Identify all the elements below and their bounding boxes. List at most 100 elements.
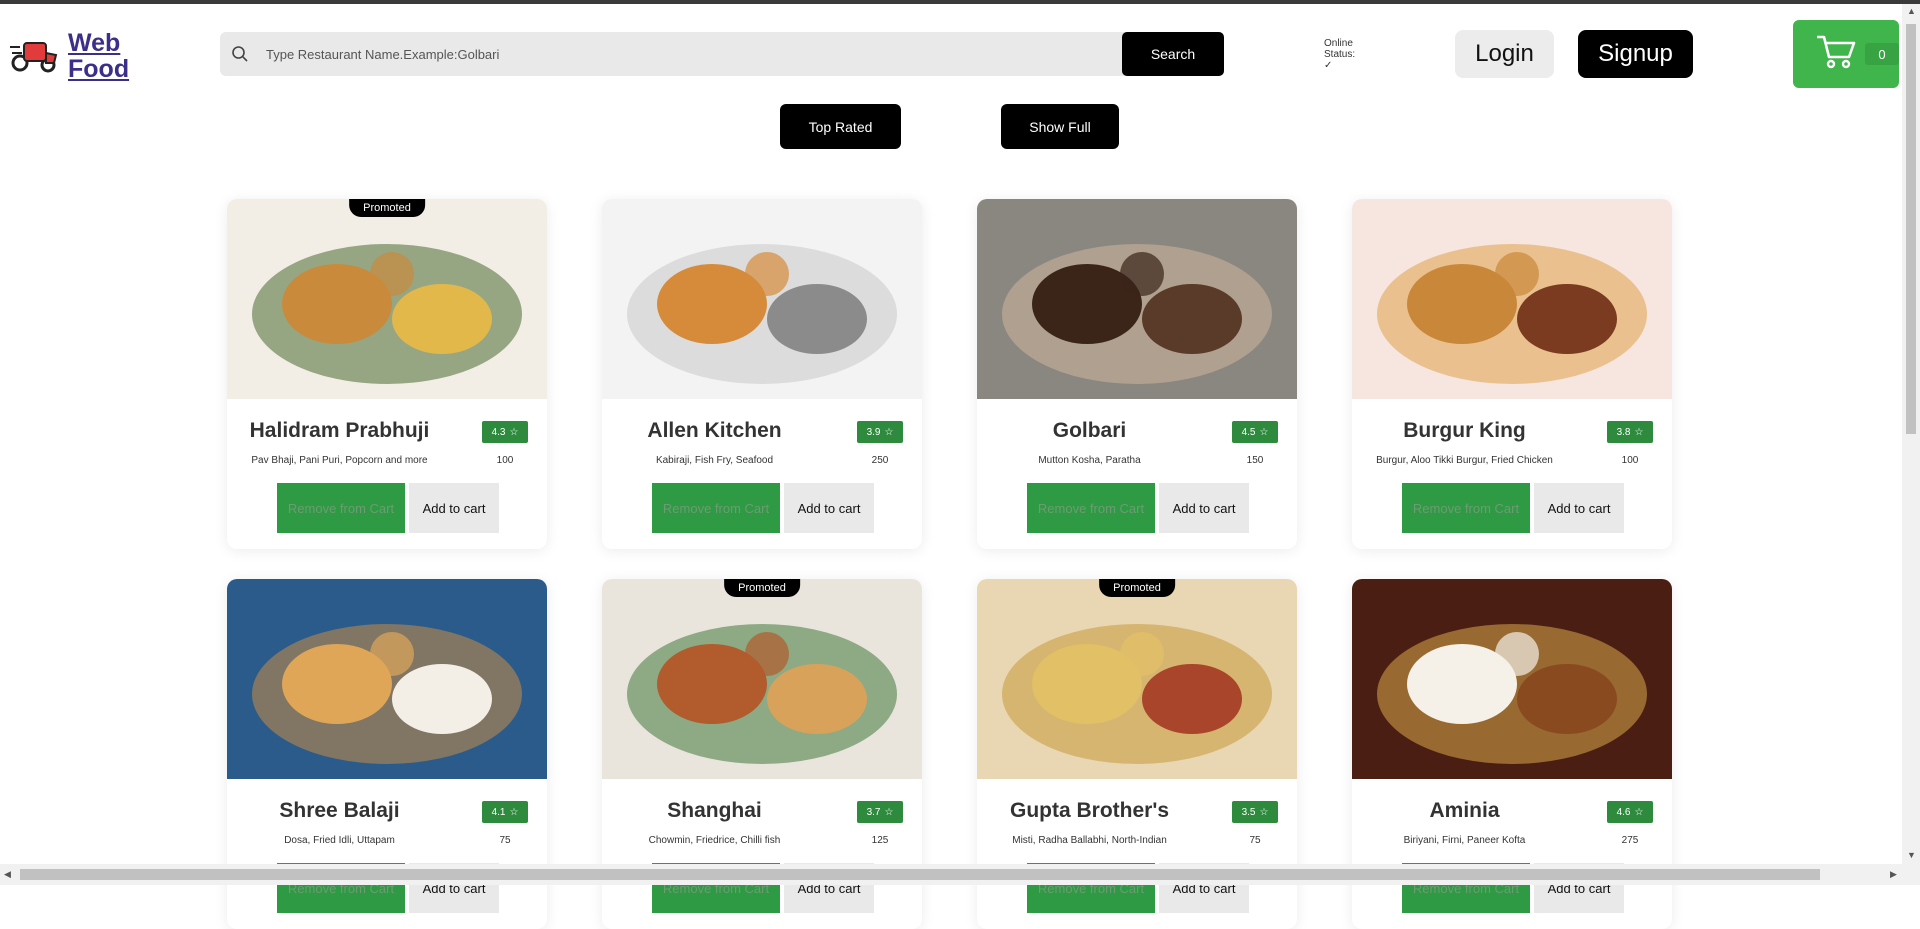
horizontal-scroll-thumb[interactable] bbox=[20, 869, 1820, 880]
star-icon: ☆ bbox=[509, 806, 519, 818]
scroll-right-icon[interactable]: ▶ bbox=[1890, 869, 1897, 880]
price: 75 bbox=[499, 835, 511, 846]
rating-value: 3.5 bbox=[1241, 806, 1256, 818]
online-status-value: ✓ bbox=[1324, 60, 1333, 71]
rating-badge: 4.5 ☆ bbox=[1232, 421, 1278, 443]
cart-button[interactable]: 0 bbox=[1793, 20, 1899, 88]
login-button[interactable]: Login bbox=[1455, 30, 1554, 78]
restaurant-name: Aminia bbox=[1429, 799, 1500, 822]
restaurant-card[interactable]: Allen Kitchen 3.9 ☆ Kabiraji, Fish Fry, … bbox=[602, 199, 922, 549]
add-to-cart-button[interactable]: Add to cart bbox=[409, 483, 499, 533]
restaurant-image[interactable]: Promoted bbox=[602, 579, 922, 779]
horizontal-scrollbar[interactable]: ◀ ▶ bbox=[0, 864, 1920, 885]
restaurant-name: Golbari bbox=[1052, 419, 1127, 442]
restaurant-image[interactable] bbox=[1352, 579, 1672, 779]
restaurant-image[interactable] bbox=[602, 199, 922, 399]
online-label-2: Status: bbox=[1324, 49, 1356, 60]
scroll-left-icon[interactable]: ◀ bbox=[4, 869, 11, 880]
restaurant-info: Burgur King 3.8 ☆ Burgur, Aloo Tikki Bur… bbox=[1352, 399, 1672, 549]
window-top-border bbox=[0, 0, 1920, 4]
restaurant-info: Allen Kitchen 3.9 ☆ Kabiraji, Fish Fry, … bbox=[602, 399, 922, 549]
restaurant-name: Shanghai bbox=[667, 799, 762, 822]
cart-icon bbox=[1793, 33, 1857, 76]
cuisine-list: Misti, Radha Ballabhi, North-Indian bbox=[1012, 835, 1167, 846]
rating-badge: 4.3 ☆ bbox=[482, 421, 528, 443]
search-icon bbox=[230, 44, 250, 64]
scroll-up-icon[interactable]: ▲ bbox=[1907, 6, 1916, 16]
restaurant-card[interactable]: Promoted Halidram Prabhuji 4.3 ☆ Pav Bha… bbox=[227, 199, 547, 549]
star-icon: ☆ bbox=[884, 806, 894, 818]
star-icon: ☆ bbox=[1259, 806, 1269, 818]
restaurant-card[interactable]: Golbari 4.5 ☆ Mutton Kosha, Paratha 150 … bbox=[977, 199, 1297, 549]
price: 250 bbox=[871, 455, 889, 466]
price: 150 bbox=[1246, 455, 1264, 466]
restaurant-image[interactable] bbox=[977, 199, 1297, 399]
rating-value: 4.5 bbox=[1241, 426, 1256, 438]
show-full-button[interactable]: Show Full bbox=[1001, 104, 1119, 149]
logo-text[interactable]: Web Food bbox=[68, 30, 129, 82]
restaurant-image[interactable]: Promoted bbox=[227, 199, 547, 399]
rating-badge: 4.1 ☆ bbox=[482, 801, 528, 823]
scroll-down-icon[interactable]: ▼ bbox=[1907, 850, 1916, 860]
add-to-cart-button[interactable]: Add to cart bbox=[1534, 483, 1624, 533]
cuisine-list: Burgur, Aloo Tikki Burgur, Fried Chicken bbox=[1376, 455, 1553, 466]
logo[interactable]: Web Food bbox=[10, 30, 129, 82]
top-rated-button[interactable]: Top Rated bbox=[780, 104, 901, 149]
vertical-scroll-thumb[interactable] bbox=[1906, 24, 1916, 434]
restaurant-name: Halidram Prabhuji bbox=[249, 419, 430, 442]
restaurant-info: Shanghai 3.7 ☆ Chowmin, Friedrice, Chill… bbox=[602, 779, 922, 929]
price: 125 bbox=[871, 835, 889, 846]
price: 275 bbox=[1621, 835, 1639, 846]
promoted-badge: Promoted bbox=[724, 579, 800, 597]
star-icon: ☆ bbox=[1634, 806, 1644, 818]
price: 75 bbox=[1249, 835, 1261, 846]
rating-badge: 4.6 ☆ bbox=[1607, 801, 1653, 823]
restaurant-info: Golbari 4.5 ☆ Mutton Kosha, Paratha 150 … bbox=[977, 399, 1297, 549]
rating-badge: 3.7 ☆ bbox=[857, 801, 903, 823]
signup-button[interactable]: Signup bbox=[1578, 30, 1693, 78]
remove-from-cart-button[interactable]: Remove from Cart bbox=[277, 483, 405, 533]
restaurant-name: Burgur King bbox=[1403, 419, 1526, 442]
cuisine-list: Kabiraji, Fish Fry, Seafood bbox=[655, 455, 774, 466]
rating-value: 4.3 bbox=[491, 426, 506, 438]
restaurant-name: Shree Balaji bbox=[279, 799, 400, 822]
rating-badge: 3.5 ☆ bbox=[1232, 801, 1278, 823]
rating-badge: 3.9 ☆ bbox=[857, 421, 903, 443]
rating-value: 4.6 bbox=[1616, 806, 1631, 818]
cart-count: 0 bbox=[1865, 43, 1899, 65]
vertical-scrollbar[interactable]: ▲ ▼ bbox=[1902, 4, 1920, 864]
restaurant-image[interactable] bbox=[1352, 199, 1672, 399]
remove-from-cart-button[interactable]: Remove from Cart bbox=[1402, 483, 1530, 533]
search-bar bbox=[220, 32, 1224, 76]
star-icon: ☆ bbox=[1259, 426, 1269, 438]
search-button[interactable]: Search bbox=[1122, 32, 1224, 76]
restaurant-info: Aminia 4.6 ☆ Biriyani, Firni, Paneer Kof… bbox=[1352, 779, 1672, 929]
cuisine-list: Pav Bhaji, Pani Puri, Popcorn and more bbox=[251, 455, 428, 466]
star-icon: ☆ bbox=[509, 426, 519, 438]
online-status: Online Status: ✓ bbox=[1324, 38, 1355, 71]
promoted-badge: Promoted bbox=[1099, 579, 1175, 597]
logo-line-1[interactable]: Web bbox=[68, 30, 129, 56]
restaurant-name: Allen Kitchen bbox=[647, 419, 782, 442]
restaurant-image[interactable] bbox=[227, 579, 547, 779]
search-input[interactable] bbox=[264, 33, 1224, 75]
rating-value: 4.1 bbox=[491, 806, 506, 818]
promoted-badge: Promoted bbox=[349, 199, 425, 217]
restaurant-card[interactable]: Burgur King 3.8 ☆ Burgur, Aloo Tikki Bur… bbox=[1352, 199, 1672, 549]
price: 100 bbox=[496, 455, 514, 466]
add-to-cart-button[interactable]: Add to cart bbox=[784, 483, 874, 533]
restaurant-info: Gupta Brother's 3.5 ☆ Misti, Radha Balla… bbox=[977, 779, 1297, 929]
logo-line-2[interactable]: Food bbox=[68, 56, 129, 82]
remove-from-cart-button[interactable]: Remove from Cart bbox=[1027, 483, 1155, 533]
remove-from-cart-button[interactable]: Remove from Cart bbox=[652, 483, 780, 533]
add-to-cart-button[interactable]: Add to cart bbox=[1159, 483, 1249, 533]
cuisine-list: Biriyani, Firni, Paneer Kofta bbox=[1403, 835, 1526, 846]
cuisine-list: Dosa, Fried Idli, Uttapam bbox=[284, 835, 395, 846]
price: 100 bbox=[1621, 455, 1639, 466]
rating-badge: 3.8 ☆ bbox=[1607, 421, 1653, 443]
star-icon: ☆ bbox=[884, 426, 894, 438]
restaurant-name: Gupta Brother's bbox=[1009, 799, 1169, 822]
restaurant-image[interactable]: Promoted bbox=[977, 579, 1297, 779]
cuisine-list: Mutton Kosha, Paratha bbox=[1038, 455, 1141, 466]
delivery-scooter-icon bbox=[10, 33, 60, 80]
